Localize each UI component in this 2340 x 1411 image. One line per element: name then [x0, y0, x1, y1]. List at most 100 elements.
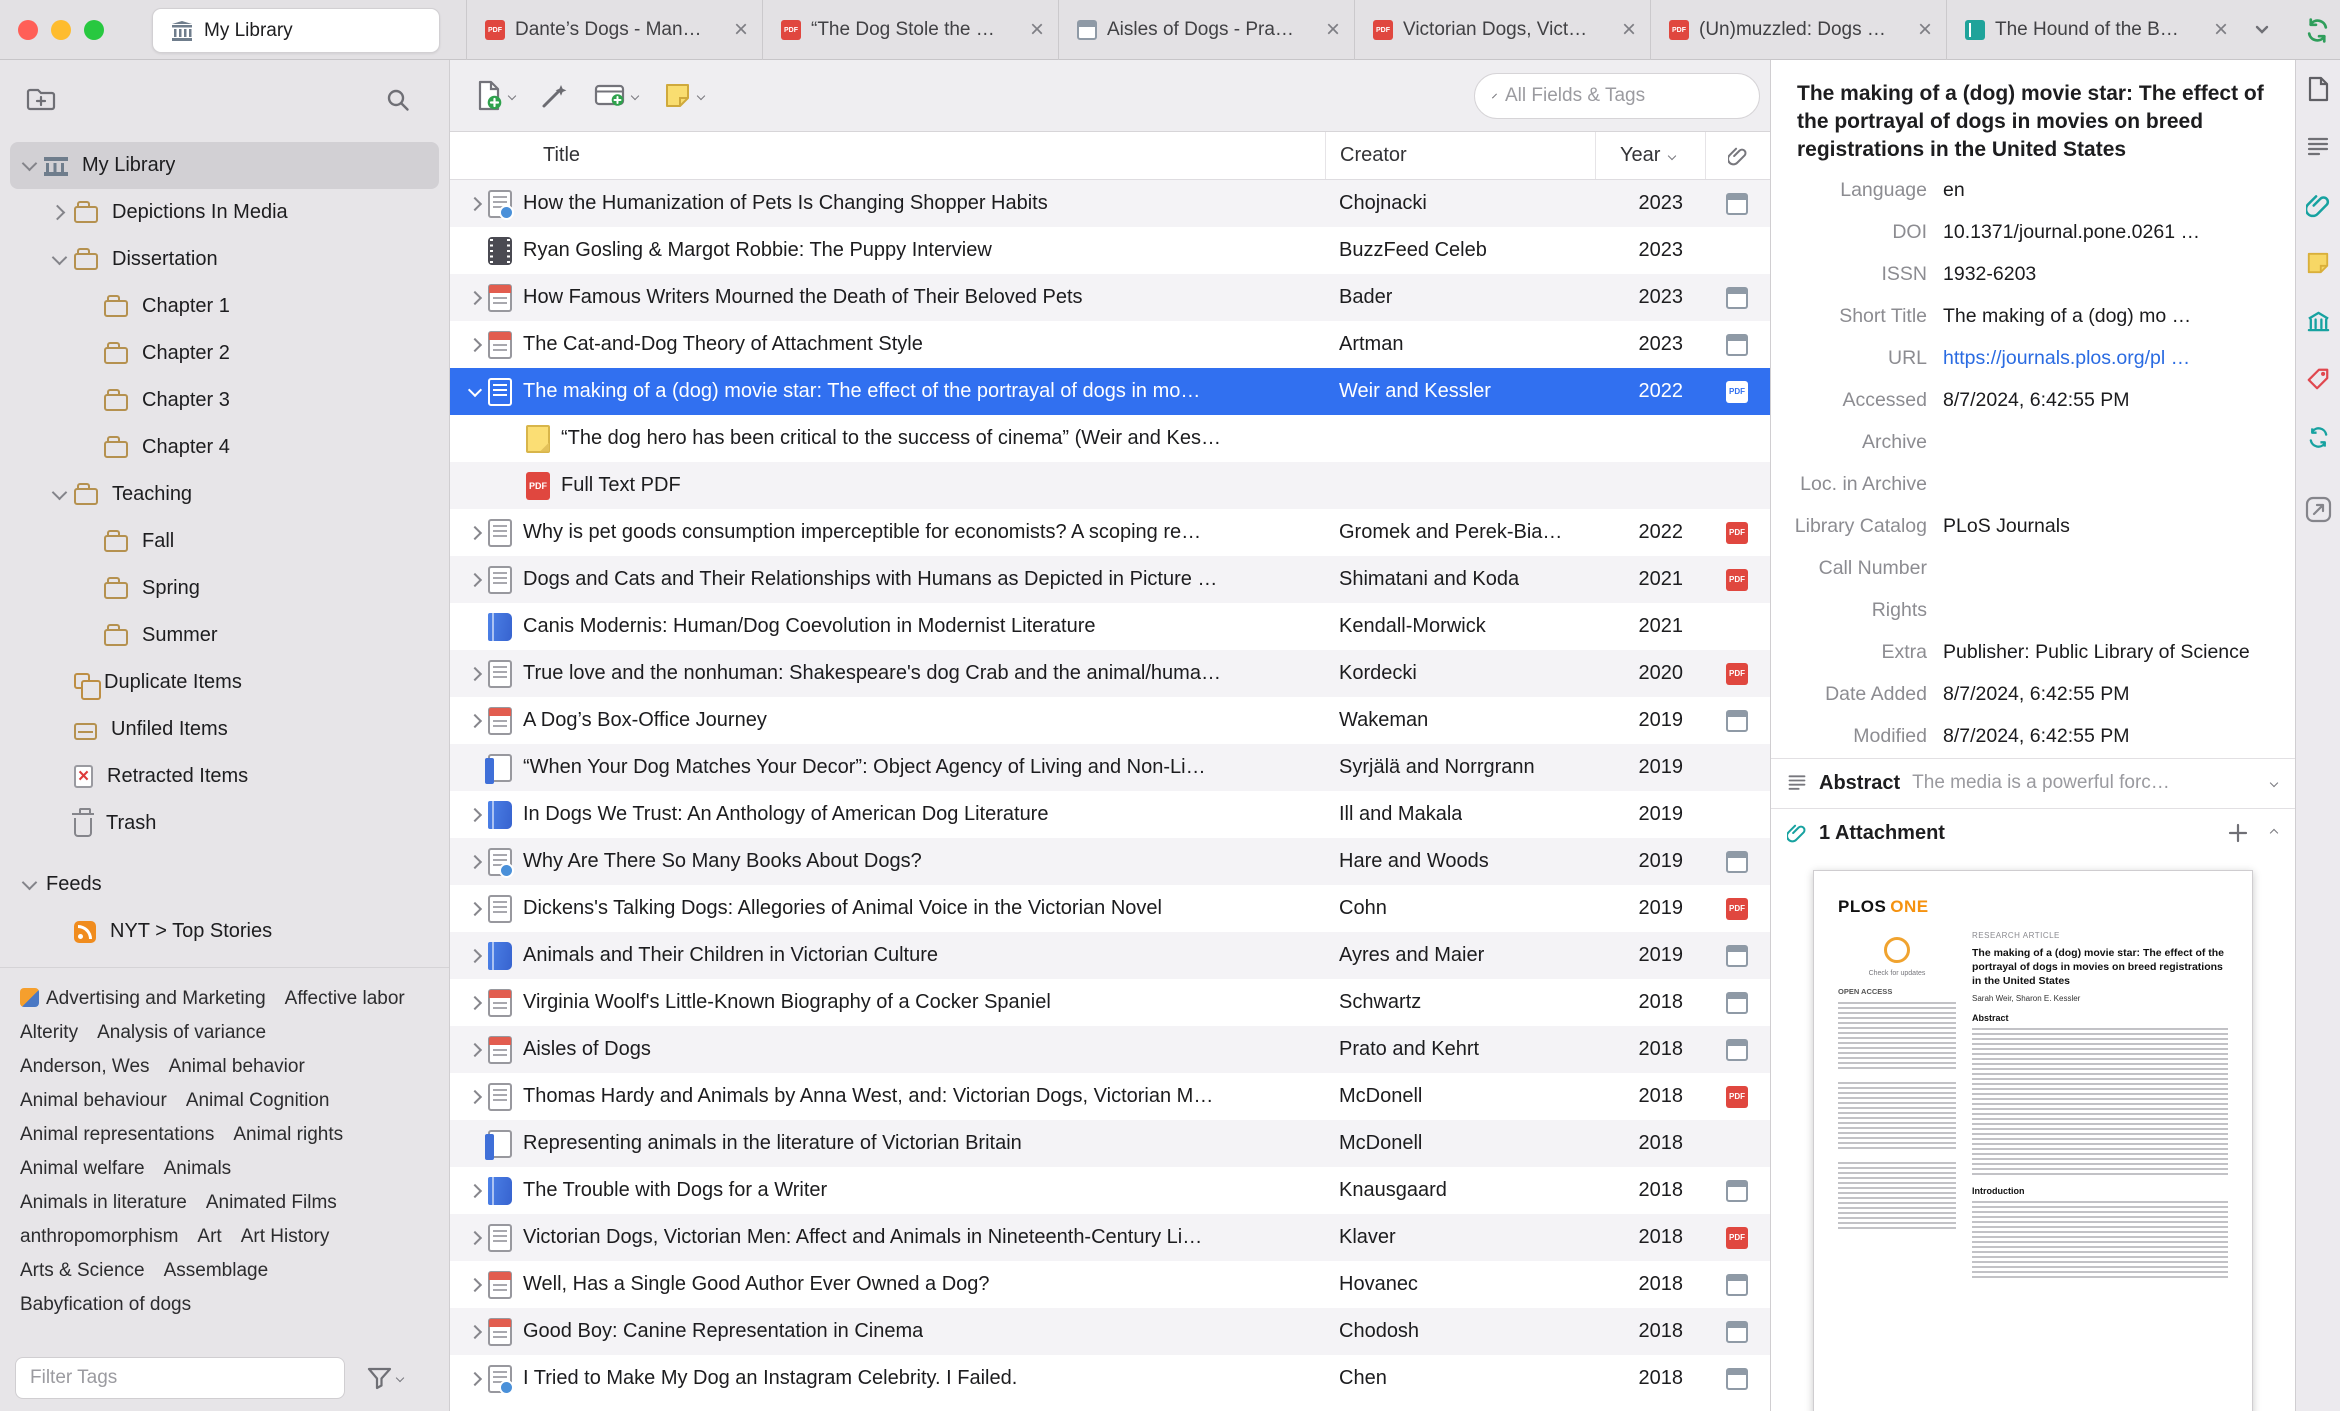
field-value[interactable]: 8/7/2024, 6:42:55 PM [1943, 725, 2279, 748]
expand-chevron-icon[interactable] [462, 1355, 488, 1402]
expand-chevron-icon[interactable] [462, 1167, 488, 1214]
tags-pane-icon[interactable] [2296, 350, 2340, 408]
collection-row[interactable]: Summer [10, 612, 439, 659]
info-pane-icon[interactable] [2296, 60, 2340, 118]
tab-close-icon[interactable]: × [2214, 18, 2228, 42]
best-attachment-icon[interactable] [1726, 192, 1748, 215]
collection-row[interactable]: NYT > Top Stories [10, 908, 439, 955]
column-header-year[interactable]: Year [1595, 132, 1705, 179]
tab-close-icon[interactable]: × [1326, 18, 1340, 42]
expand-chevron-icon[interactable] [462, 697, 488, 744]
field-value[interactable]: Publisher: Public Library of Science [1943, 641, 2279, 664]
document-tab[interactable]: Victorian Dogs, Vict… × [1354, 0, 1650, 60]
add-attachment-icon[interactable] [2227, 822, 2249, 844]
document-tab[interactable]: Aisles of Dogs - Pra… × [1058, 0, 1354, 60]
disclosure-chevron-icon[interactable] [16, 153, 42, 179]
expand-chevron-icon[interactable] [462, 321, 488, 368]
item-row[interactable]: How Famous Writers Mourned the Death of … [450, 274, 1770, 321]
disclosure-chevron-icon[interactable] [46, 670, 72, 696]
collection-row[interactable]: My Library [10, 142, 439, 189]
item-row[interactable]: In Dogs We Trust: An Anthology of Americ… [450, 791, 1770, 838]
attachments-collapse-chevron-icon[interactable] [2269, 829, 2279, 838]
search-input[interactable] [1503, 84, 1752, 108]
collection-row[interactable]: Depictions In Media [10, 189, 439, 236]
close-window-button[interactable] [18, 20, 38, 40]
collection-row[interactable]: Chapter 3 [10, 377, 439, 424]
add-by-identifier-button[interactable] [541, 82, 568, 109]
zoom-window-button[interactable] [84, 20, 104, 40]
best-attachment-icon[interactable] [1726, 897, 1748, 920]
expand-chevron-icon[interactable] [462, 1214, 488, 1261]
tag-filter-input[interactable] [15, 1357, 345, 1399]
best-attachment-icon[interactable] [1726, 1038, 1748, 1061]
best-attachment-icon[interactable] [1726, 1179, 1748, 1202]
document-tab[interactable]: “The Dog Stole the … × [762, 0, 1058, 60]
expand-chevron-icon[interactable] [462, 462, 526, 509]
expand-chevron-icon[interactable] [462, 603, 488, 650]
field-value[interactable] [1943, 431, 2279, 454]
item-row[interactable]: I Tried to Make My Dog an Instagram Cele… [450, 1355, 1770, 1402]
item-row[interactable]: Why is pet goods consumption imperceptib… [450, 509, 1770, 556]
expand-chevron-icon[interactable] [462, 180, 488, 227]
tag[interactable]: Affective labor [285, 982, 405, 1016]
expand-chevron-icon[interactable] [462, 1073, 488, 1120]
item-row[interactable]: Aisles of Dogs Prato and Kehrt 2018 [450, 1026, 1770, 1073]
attachments-section-header[interactable]: 1 Attachment [1771, 807, 2295, 858]
expand-chevron-icon[interactable] [462, 1261, 488, 1308]
document-tab[interactable]: (Un)muzzled: Dogs … × [1650, 0, 1946, 60]
collection-row[interactable]: Chapter 4 [10, 424, 439, 471]
collection-row[interactable]: Teaching [10, 471, 439, 518]
expand-chevron-icon[interactable] [462, 979, 488, 1026]
collection-row[interactable]: Chapter 2 [10, 330, 439, 377]
expand-chevron-icon[interactable] [462, 227, 488, 274]
collection-row[interactable]: Retracted Items [10, 753, 439, 800]
tag[interactable]: Animal Cognition [186, 1084, 330, 1118]
related-pane-icon[interactable] [2296, 408, 2340, 466]
field-value[interactable]: en [1943, 179, 2279, 202]
item-row[interactable]: Thomas Hardy and Animals by Anna West, a… [450, 1073, 1770, 1120]
abstract-expand-chevron-icon[interactable] [2269, 779, 2279, 788]
expand-chevron-icon[interactable] [462, 885, 488, 932]
tag[interactable]: Animal welfare [20, 1152, 145, 1186]
tab-close-icon[interactable]: × [734, 18, 748, 42]
item-row[interactable]: Dogs and Cats and Their Relationships wi… [450, 556, 1770, 603]
collections-search-icon[interactable] [386, 88, 410, 117]
tab-my-library[interactable]: My Library [152, 8, 440, 53]
document-tab[interactable]: The Hound of the B… × [1946, 0, 2242, 60]
disclosure-chevron-icon[interactable] [46, 247, 72, 273]
tag[interactable]: Assemblage [164, 1254, 269, 1288]
collection-row[interactable]: Dissertation [10, 236, 439, 283]
field-value[interactable]: 1932-6203 [1943, 263, 2279, 286]
field-value[interactable]: 8/7/2024, 6:42:55 PM [1943, 389, 2279, 412]
collection-row[interactable]: Trash [10, 800, 439, 847]
field-value[interactable] [1943, 599, 2279, 622]
new-note-button[interactable] [664, 82, 706, 109]
item-row[interactable]: Good Boy: Canine Representation in Cinem… [450, 1308, 1770, 1355]
item-row[interactable]: Well, Has a Single Good Author Ever Owne… [450, 1261, 1770, 1308]
collection-row[interactable]: Duplicate Items [10, 659, 439, 706]
best-attachment-icon[interactable] [1726, 286, 1748, 309]
collection-row[interactable]: Fall [10, 518, 439, 565]
field-value[interactable]: 10.1371/journal.pone.0261 … [1943, 221, 2279, 244]
tab-close-icon[interactable]: × [1622, 18, 1636, 42]
best-attachment-icon[interactable] [1726, 662, 1748, 685]
item-row[interactable]: Canis Modernis: Human/Dog Coevolution in… [450, 603, 1770, 650]
best-attachment-icon[interactable] [1726, 1320, 1748, 1343]
disclosure-chevron-icon[interactable] [46, 200, 72, 226]
collection-row[interactable]: Chapter 1 [10, 283, 439, 330]
sync-icon[interactable] [2304, 17, 2331, 49]
best-attachment-icon[interactable] [1726, 333, 1748, 356]
locate-pane-icon[interactable] [2296, 480, 2340, 538]
disclosure-chevron-icon[interactable] [46, 764, 72, 790]
column-header-title[interactable]: Title [450, 132, 1325, 179]
item-row[interactable]: The making of a (dog) movie star: The ef… [450, 368, 1770, 415]
expand-chevron-icon[interactable] [462, 415, 526, 462]
best-attachment-icon[interactable] [1726, 1367, 1748, 1390]
field-value[interactable] [1943, 557, 2279, 580]
item-row[interactable]: Ryan Gosling & Margot Robbie: The Puppy … [450, 227, 1770, 274]
abstract-section-header[interactable]: Abstract The media is a powerful forc… [1771, 757, 2295, 808]
best-attachment-icon[interactable] [1726, 521, 1748, 544]
tag[interactable]: Animal representations [20, 1118, 214, 1152]
tab-overflow-chevron-icon[interactable] [2252, 21, 2272, 44]
item-row[interactable]: The Cat-and-Dog Theory of Attachment Sty… [450, 321, 1770, 368]
